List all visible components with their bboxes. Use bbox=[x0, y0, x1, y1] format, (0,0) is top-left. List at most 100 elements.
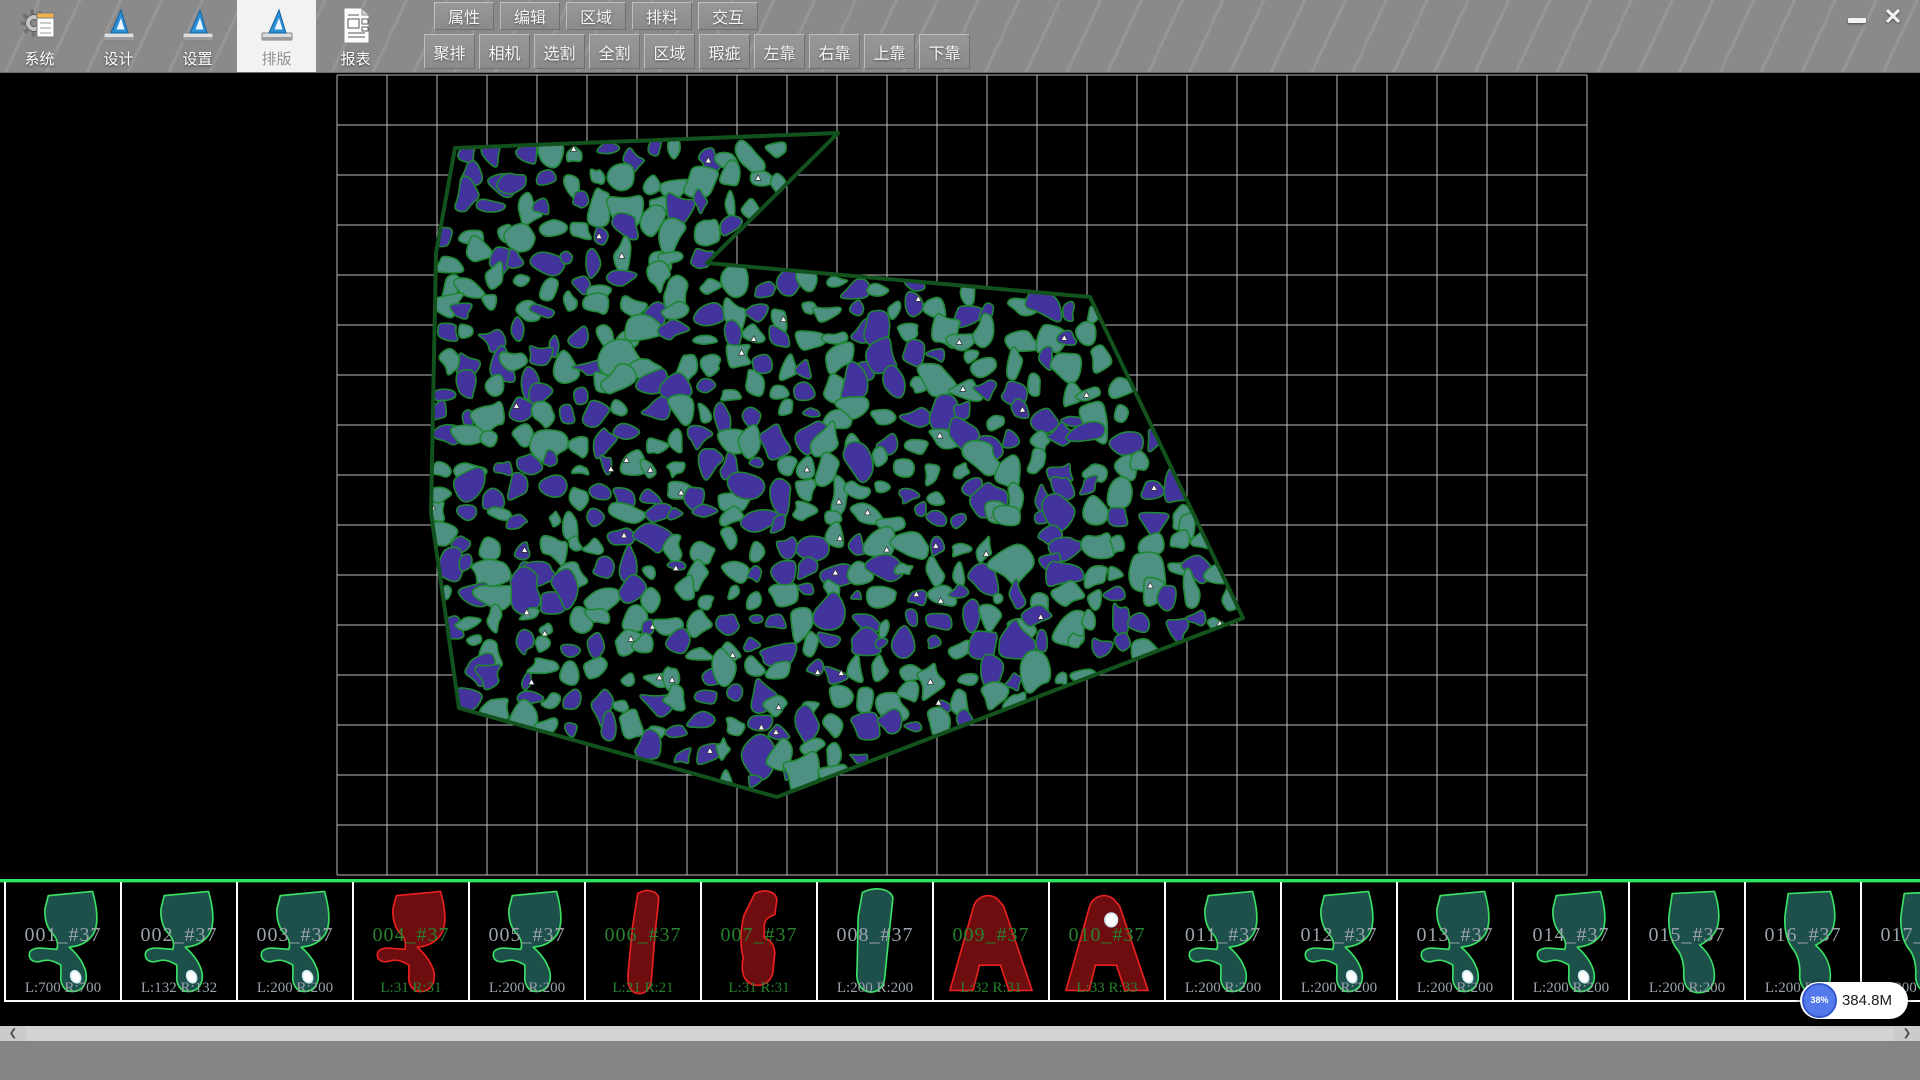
part-id-label: 012_#37 bbox=[1282, 924, 1396, 947]
part-id-label: 013_#37 bbox=[1398, 924, 1512, 947]
minimize-button[interactable] bbox=[1842, 3, 1872, 30]
menu-button-nesting[interactable]: 排料 bbox=[632, 2, 692, 30]
minimize-icon bbox=[1848, 18, 1866, 23]
part-id-label: 007_#37 bbox=[702, 924, 816, 947]
menu-button-cut-all[interactable]: 全割 bbox=[589, 34, 640, 69]
parts-strip: 001_#37L:700 R:700002_#37L:132 R:132003_… bbox=[0, 879, 1920, 1004]
part-id-label: 002_#37 bbox=[122, 924, 236, 947]
progress-circle: 38% bbox=[1802, 983, 1837, 1018]
part-id-label: 017_#37 bbox=[1862, 924, 1920, 947]
strip-lower-gap bbox=[0, 1004, 1920, 1026]
part-lr-count: L:200 R:200 bbox=[470, 980, 584, 997]
part-thumbnail[interactable]: 012_#37 L:200 R:200 bbox=[1282, 882, 1398, 1002]
scroll-right-arrow[interactable]: ❯ bbox=[1894, 1026, 1920, 1041]
menu-button-area[interactable]: 区域 bbox=[644, 34, 695, 69]
set-square-icon bbox=[258, 5, 296, 47]
horizontal-scrollbar[interactable]: ❮ ❯ bbox=[0, 1026, 1920, 1041]
part-thumbnail[interactable]: 001_#37 L:700 R:700 bbox=[4, 882, 122, 1002]
menu-button-properties[interactable]: 属性 bbox=[434, 2, 494, 30]
scrollbar-track[interactable] bbox=[26, 1026, 1894, 1041]
menu-button-snap-left[interactable]: 左靠 bbox=[754, 34, 805, 69]
toolbar: 系统设计设置排版报表 属性编辑区域排料交互 聚排相机选割全割区域瑕疵左靠右靠上靠… bbox=[0, 0, 1920, 73]
system-gear-icon bbox=[21, 5, 59, 47]
menu-button-interaction[interactable]: 交互 bbox=[698, 2, 758, 30]
menu-button-camera[interactable]: 相机 bbox=[479, 34, 530, 69]
big-button-design[interactable]: 设计 bbox=[79, 0, 158, 72]
part-lr-count: L:200 R:200 bbox=[1282, 980, 1396, 997]
menu-button-snap-top[interactable]: 上靠 bbox=[864, 34, 915, 69]
menu-button-edit[interactable]: 编辑 bbox=[500, 2, 560, 30]
close-button[interactable]: ✕ bbox=[1878, 3, 1908, 30]
part-lr-count: L:700 R:700 bbox=[6, 980, 120, 997]
part-id-label: 009_#37 bbox=[934, 924, 1048, 947]
part-thumbnail[interactable]: 005_#37 L:200 R:200 bbox=[470, 882, 586, 1002]
part-thumbnail[interactable]: 010_#37 L:33 R:33 bbox=[1050, 882, 1166, 1002]
close-icon: ✕ bbox=[1884, 3, 1902, 30]
big-button-report[interactable]: 报表 bbox=[316, 0, 395, 72]
window-controls: ✕ bbox=[1842, 3, 1908, 30]
part-thumbnail[interactable]: 007_#37 L:31 R:31 bbox=[702, 882, 818, 1002]
part-thumbnail[interactable]: 014_#37 L:200 R:200 bbox=[1514, 882, 1630, 1002]
scroll-left-arrow[interactable]: ❮ bbox=[0, 1026, 26, 1041]
menu-row-1: 属性编辑区域排料交互 bbox=[424, 0, 970, 30]
part-id-label: 003_#37 bbox=[238, 924, 352, 947]
nest-drawing bbox=[0, 73, 1920, 879]
part-id-label: 005_#37 bbox=[470, 924, 584, 947]
part-lr-count: L:200 R:200 bbox=[1630, 980, 1744, 997]
part-lr-count: L:132 R:132 bbox=[122, 980, 236, 997]
part-lr-count: L:31 R:31 bbox=[702, 980, 816, 997]
menu-button-snap-right[interactable]: 右靠 bbox=[809, 34, 860, 69]
set-square-icon bbox=[179, 5, 217, 47]
part-id-label: 014_#37 bbox=[1514, 924, 1628, 947]
part-lr-count: L:200 R:200 bbox=[238, 980, 352, 997]
parts-cells: 001_#37L:700 R:700002_#37L:132 R:132003_… bbox=[0, 882, 1920, 1002]
part-thumbnail[interactable]: 002_#37 L:132 R:132 bbox=[122, 882, 238, 1002]
part-thumbnail[interactable]: 009_#37 L:32 R:31 bbox=[934, 882, 1050, 1002]
part-lr-count: L:31 R:31 bbox=[354, 980, 468, 997]
part-thumbnail[interactable]: 011_#37 L:200 R:200 bbox=[1166, 882, 1282, 1002]
menu-button-cluster-nest[interactable]: 聚排 bbox=[424, 34, 475, 69]
part-id-label: 016_#37 bbox=[1746, 924, 1860, 947]
part-lr-count: L:200 R:200 bbox=[1166, 980, 1280, 997]
part-thumbnail[interactable]: 013_#37 L:200 R:200 bbox=[1398, 882, 1514, 1002]
set-square-icon bbox=[100, 5, 138, 47]
big-button-label: 排版 bbox=[261, 48, 291, 69]
part-thumbnail[interactable]: 003_#37 L:200 R:200 bbox=[238, 882, 354, 1002]
big-button-settings[interactable]: 设置 bbox=[158, 0, 237, 72]
big-button-label: 报表 bbox=[340, 48, 370, 69]
part-thumbnail[interactable]: 008_#37 L:200 R:200 bbox=[818, 882, 934, 1002]
part-id-label: 004_#37 bbox=[354, 924, 468, 947]
part-id-label: 015_#37 bbox=[1630, 924, 1744, 947]
menu-button-cut-selected[interactable]: 选割 bbox=[534, 34, 585, 69]
part-lr-count: L:200 R:200 bbox=[1398, 980, 1512, 997]
menu-button-region[interactable]: 区域 bbox=[566, 2, 626, 30]
part-lr-count: L:21 R:21 bbox=[586, 980, 700, 997]
part-thumbnail[interactable]: 004_#37 L:31 R:31 bbox=[354, 882, 470, 1002]
part-id-label: 001_#37 bbox=[6, 924, 120, 947]
part-id-label: 011_#37 bbox=[1166, 924, 1280, 947]
part-lr-count: L:33 R:33 bbox=[1050, 980, 1164, 997]
part-thumbnail[interactable]: 006_#37 L:21 R:21 bbox=[586, 882, 702, 1002]
status-bar bbox=[0, 1041, 1920, 1080]
app-window: 系统设计设置排版报表 属性编辑区域排料交互 聚排相机选割全割区域瑕疵左靠右靠上靠… bbox=[0, 0, 1920, 1080]
part-lr-count: L:32 R:31 bbox=[934, 980, 1048, 997]
part-thumbnail[interactable]: 015_#37 L:200 R:200 bbox=[1630, 882, 1746, 1002]
big-button-layout[interactable]: 排版 bbox=[237, 0, 316, 72]
memory-value: 384.8M bbox=[1842, 992, 1892, 1009]
memory-pill: 38% 384.8M bbox=[1800, 982, 1908, 1019]
part-id-label: 006_#37 bbox=[586, 924, 700, 947]
big-button-label: 设置 bbox=[182, 48, 212, 69]
part-id-label: 008_#37 bbox=[818, 924, 932, 947]
menu-row-2: 聚排相机选割全割区域瑕疵左靠右靠上靠下靠 bbox=[424, 30, 970, 69]
big-button-label: 设计 bbox=[103, 48, 133, 69]
menu-bars: 属性编辑区域排料交互 聚排相机选割全割区域瑕疵左靠右靠上靠下靠 bbox=[424, 0, 970, 69]
big-button-system[interactable]: 系统 bbox=[0, 0, 79, 72]
menu-button-defect[interactable]: 瑕疵 bbox=[699, 34, 750, 69]
menu-button-snap-bottom[interactable]: 下靠 bbox=[919, 34, 970, 69]
nesting-canvas[interactable] bbox=[0, 73, 1920, 879]
report-doc-icon bbox=[337, 5, 375, 47]
part-lr-count: L:200 R:200 bbox=[1514, 980, 1628, 997]
part-lr-count: L:200 R:200 bbox=[818, 980, 932, 997]
big-button-label: 系统 bbox=[24, 48, 54, 69]
part-id-label: 010_#37 bbox=[1050, 924, 1164, 947]
